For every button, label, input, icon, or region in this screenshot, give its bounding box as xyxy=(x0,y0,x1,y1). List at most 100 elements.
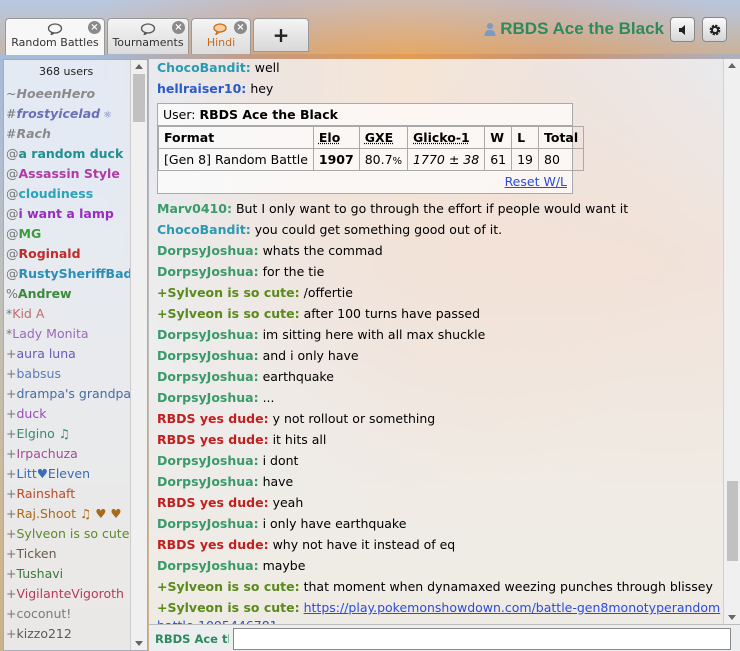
scroll-thumb[interactable] xyxy=(133,74,145,122)
message-author[interactable]: +Sylveon is so cute: xyxy=(157,600,300,615)
user-list-item[interactable]: #frostyicelad ⚛ xyxy=(4,104,134,124)
close-tab-icon[interactable]: × xyxy=(172,21,185,34)
user-list-item[interactable]: +duck xyxy=(4,404,134,424)
message-author[interactable]: ChocoBandit: xyxy=(157,60,251,75)
user-list-item[interactable]: @RustySheriffBadge xyxy=(4,264,134,284)
user-list-item[interactable]: #Rach xyxy=(4,124,134,144)
user-list-item[interactable]: +Elgino ♫ xyxy=(4,424,134,444)
author-name: Sylveon is so cute: xyxy=(167,579,300,594)
user-name: Andrew xyxy=(17,286,72,301)
user-list-scrollbar[interactable] xyxy=(130,60,147,650)
chat-message: DorpsyJoshua: im sitting here with all ma… xyxy=(157,326,723,347)
close-tab-icon[interactable]: × xyxy=(234,21,247,34)
user-list-item[interactable]: +Irpachuza xyxy=(4,444,134,464)
tab-tournaments[interactable]: × Tournaments xyxy=(107,18,189,54)
reset-wl-link[interactable]: Reset W/L xyxy=(505,174,567,189)
user-group-symbol: + xyxy=(6,406,17,421)
message-author[interactable]: DorpsyJoshua: xyxy=(157,474,259,489)
tab-random-battles[interactable]: × Random Battles xyxy=(5,18,105,55)
scroll-up-arrow-icon[interactable] xyxy=(135,64,143,69)
chat-message: Marv0410: But I only want to go through t… xyxy=(157,200,723,221)
scroll-down-arrow-icon[interactable] xyxy=(135,641,143,646)
author-name: ChocoBandit: xyxy=(157,222,251,237)
user-list-item[interactable]: @Roginald xyxy=(4,244,134,264)
author-name: Sylveon is so cute: xyxy=(167,306,300,321)
message-author[interactable]: DorpsyJoshua: xyxy=(157,264,259,279)
user-list-item[interactable]: %Andrew xyxy=(4,284,134,304)
message-author[interactable]: RBDS yes dude: xyxy=(157,432,269,447)
message-author[interactable]: DorpsyJoshua: xyxy=(157,348,259,363)
user-list-item[interactable]: +coconut! xyxy=(4,604,134,624)
user-button[interactable]: RBDS Ace the Black xyxy=(484,18,664,40)
message-author[interactable]: DorpsyJoshua: xyxy=(157,558,259,573)
user-list-item[interactable]: +Ticken xyxy=(4,544,134,564)
user-group-symbol: + xyxy=(6,486,17,501)
user-list-item[interactable]: +babsus xyxy=(4,364,134,384)
user-list-item[interactable]: ~HoeenHero xyxy=(4,84,134,104)
author-name: DorpsyJoshua: xyxy=(157,327,259,342)
cell-elo: 1907 xyxy=(312,148,360,171)
user-list-item[interactable]: +Rainshaft xyxy=(4,484,134,504)
author-name: DorpsyJoshua: xyxy=(157,474,259,489)
user-list-item[interactable]: @a random duck xyxy=(4,144,134,164)
message-author[interactable]: +Sylveon is so cute: xyxy=(157,285,300,300)
message-text: after 100 turns have passed xyxy=(303,306,481,321)
user-list-item[interactable]: @MG xyxy=(4,224,134,244)
message-author[interactable]: DorpsyJoshua: xyxy=(157,516,259,531)
chat-input[interactable] xyxy=(233,628,731,650)
message-author[interactable]: ChocoBandit: xyxy=(157,222,251,237)
user-list-item[interactable]: +kizzo212 xyxy=(4,624,134,644)
user-list-item[interactable]: *Kid A xyxy=(4,304,134,324)
chat-scrollbar[interactable] xyxy=(723,59,740,624)
close-tab-icon[interactable]: × xyxy=(88,21,101,34)
message-text: i dont xyxy=(262,453,299,468)
user-count: 368 users xyxy=(39,65,94,78)
user-list-item[interactable]: +VigilanteVigoroth xyxy=(4,584,134,604)
message-author[interactable]: RBDS yes dude: xyxy=(157,495,269,510)
sound-button[interactable] xyxy=(670,17,695,42)
message-author[interactable]: RBDS yes dude: xyxy=(157,411,269,426)
user-list-item[interactable]: +Litt♥Eleven xyxy=(4,464,134,484)
user-list-item[interactable]: +drampa's grandpa xyxy=(4,384,134,404)
message-author[interactable]: DorpsyJoshua: xyxy=(157,243,259,258)
user-list-item[interactable]: *Lady Monita xyxy=(4,324,134,344)
user-list-item[interactable]: @cloudiness xyxy=(4,184,134,204)
message-author[interactable]: DorpsyJoshua: xyxy=(157,390,259,405)
user-name: Raj.Shoot ♫ ♥ ♥ xyxy=(16,506,122,521)
reset-row: Reset W/L xyxy=(158,171,572,193)
message-author[interactable]: DorpsyJoshua: xyxy=(157,327,259,342)
own-username[interactable]: RBDS Ace th xyxy=(155,632,229,646)
chat-input-bar: RBDS Ace th xyxy=(149,624,740,651)
user-name: Tushavi xyxy=(16,566,64,581)
user-name: Rach xyxy=(16,126,51,141)
chat-message: RBDS yes dude: yeah xyxy=(157,494,723,515)
message-author[interactable]: hellraiser10: xyxy=(157,81,246,96)
user-list-item[interactable]: +Tushavi xyxy=(4,564,134,584)
chat-message: DorpsyJoshua:... xyxy=(157,389,723,410)
user-name: Lady Monita xyxy=(12,326,89,341)
user-list-item[interactable]: @Assassin Style xyxy=(4,164,134,184)
scroll-up-arrow-icon[interactable] xyxy=(728,63,736,68)
message-author[interactable]: DorpsyJoshua: xyxy=(157,453,259,468)
speaker-icon xyxy=(678,24,685,35)
tab-label: Tournaments xyxy=(112,36,184,49)
message-author[interactable]: DorpsyJoshua: xyxy=(157,369,259,384)
author-group-symbol: + xyxy=(157,579,168,594)
user-list-item[interactable]: +aura luna xyxy=(4,344,134,364)
user-list-item[interactable]: +Sylveon is so cute xyxy=(4,524,134,544)
user-list-item[interactable]: +Raj.Shoot ♫ ♥ ♥ xyxy=(4,504,134,524)
author-name: DorpsyJoshua: xyxy=(157,243,259,258)
user-list-item[interactable]: @i want a lamp xyxy=(4,204,134,224)
user-group-symbol: + xyxy=(6,366,17,381)
new-tab-button[interactable]: + xyxy=(253,18,309,52)
message-author[interactable]: RBDS yes dude: xyxy=(157,537,269,552)
scroll-thumb[interactable] xyxy=(727,481,738,561)
message-text: yeah xyxy=(272,495,304,510)
scroll-down-arrow-icon[interactable] xyxy=(728,615,736,620)
message-author[interactable]: +Sylveon is so cute: xyxy=(157,579,300,594)
options-button[interactable] xyxy=(702,17,727,42)
author-name: Sylveon is so cute: xyxy=(167,285,300,300)
tab-hindi[interactable]: × Hindi xyxy=(191,18,251,54)
message-author[interactable]: Marv0410: xyxy=(157,201,232,216)
message-author[interactable]: +Sylveon is so cute: xyxy=(157,306,300,321)
